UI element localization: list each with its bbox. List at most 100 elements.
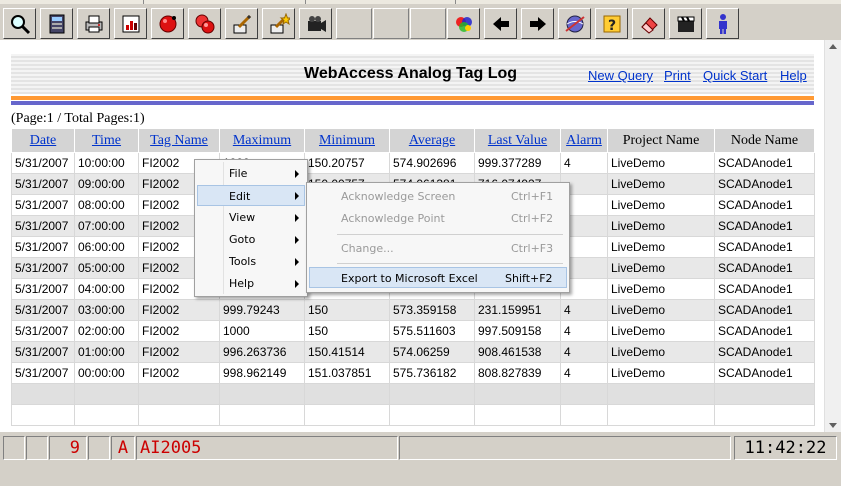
table-row: 5/31/2007 00:00:00 FI2002 998.962149 151.037… <box>11 362 815 384</box>
sort-average-link[interactable]: Average <box>409 133 455 148</box>
cell-tag-name: FI2002 <box>138 362 220 384</box>
table-header-row: Date Time Tag Name Maximum Minimum Avera… <box>11 128 815 153</box>
pencil-edit-icon <box>233 14 251 33</box>
menu-item-help[interactable]: Help <box>197 273 305 294</box>
status-cell <box>3 436 25 460</box>
cell-time: 05:00:00 <box>74 257 139 279</box>
calculator-button[interactable] <box>40 8 73 39</box>
menu-item-edit[interactable]: Edit <box>197 185 305 206</box>
empty-cell <box>304 404 390 426</box>
erase-button[interactable] <box>632 8 665 39</box>
menu-item-goto[interactable]: Goto <box>197 229 305 250</box>
help-link[interactable]: Help <box>780 68 807 83</box>
main-content: WebAccess Analog Tag Log New Query Print… <box>0 40 841 432</box>
sort-tag-name-link[interactable]: Tag Name <box>150 133 208 148</box>
user-button[interactable] <box>706 8 739 39</box>
edit-star-button[interactable] <box>262 8 295 39</box>
sort-minimum-link[interactable]: Minimum <box>319 133 375 148</box>
col-header-time: Time <box>74 128 139 153</box>
internet-button[interactable] <box>558 8 591 39</box>
cell-project-name: LiveDemo <box>607 299 715 321</box>
menu-item-file[interactable]: File <box>197 163 305 184</box>
print-button[interactable] <box>77 8 110 39</box>
cell-last-value: 997.509158 <box>474 320 561 342</box>
table-row: 5/31/200710:00:00FI20021000150.20757574.… <box>11 152 815 174</box>
cell-minimum: 150 <box>304 299 390 321</box>
report-banner: WebAccess Analog Tag Log New Query Print… <box>11 54 814 94</box>
menu-item-label: Acknowledge Point <box>341 212 445 225</box>
empty-cell <box>74 383 139 405</box>
menu-item-view[interactable]: View <box>197 207 305 228</box>
cell-node-name: SCADAnode1 <box>714 257 815 279</box>
menu-separator <box>337 234 563 235</box>
back-button[interactable] <box>484 8 517 39</box>
cell-node-name: SCADAnode1 <box>714 215 815 237</box>
alarm-button[interactable] <box>151 8 184 39</box>
cell-node-name: SCADAnode1 <box>714 362 815 384</box>
empty-cell <box>389 383 475 405</box>
scroll-down-arrow-icon[interactable] <box>829 423 837 428</box>
empty-cell <box>138 404 220 426</box>
vertical-scrollbar[interactable] <box>824 40 841 432</box>
magnifier-button[interactable] <box>3 8 36 39</box>
col-header-project-name: Project Name <box>607 128 715 153</box>
cell-project-name: LiveDemo <box>607 194 715 216</box>
clapperboard-icon <box>677 16 694 32</box>
camera-button[interactable] <box>299 8 332 39</box>
color-button[interactable] <box>447 8 480 39</box>
submenu-arrow-icon <box>295 236 299 244</box>
cell-minimum: 150.20757 <box>304 152 390 174</box>
empty-cell <box>560 404 608 426</box>
menu-item-tools[interactable]: Tools <box>197 251 305 272</box>
status-count: 9 <box>49 436 87 460</box>
col-header-minimum: Minimum <box>304 128 390 153</box>
menu-item-change[interactable]: Change... Ctrl+F3 <box>309 238 567 259</box>
sort-maximum-link[interactable]: Maximum <box>233 133 291 148</box>
submenu-arrow-icon <box>295 280 299 288</box>
cell-last-value: 808.827839 <box>474 362 561 384</box>
empty-cell <box>714 404 815 426</box>
empty-toolbar-slot <box>410 8 446 39</box>
quick-start-link[interactable]: Quick Start <box>703 68 767 83</box>
cell-date: 5/31/2007 <box>11 320 75 342</box>
svg-text:?: ? <box>608 18 616 34</box>
sort-last-value-link[interactable]: Last Value <box>488 133 547 148</box>
edit-button[interactable] <box>225 8 258 39</box>
col-header-tag-name: Tag Name <box>138 128 220 153</box>
scroll-up-arrow-icon[interactable] <box>829 44 837 49</box>
cell-alarm: 4 <box>560 152 608 174</box>
col-header-date: Date <box>11 128 75 153</box>
menu-item-label: Change... <box>341 242 394 255</box>
movie-button[interactable] <box>669 8 702 39</box>
cell-time: 00:00:00 <box>74 362 139 384</box>
toolbar: ? <box>0 4 841 40</box>
report-button[interactable] <box>114 8 147 39</box>
print-link[interactable]: Print <box>664 68 691 83</box>
forward-button[interactable] <box>521 8 554 39</box>
empty-cell <box>607 383 715 405</box>
cell-alarm: 4 <box>560 299 608 321</box>
alarm-summary-button[interactable] <box>188 8 221 39</box>
sort-alarm-link[interactable]: Alarm <box>566 133 602 148</box>
new-query-link[interactable]: New Query <box>588 68 653 83</box>
menu-item-acknowledge-point[interactable]: Acknowledge Point Ctrl+F2 <box>309 208 567 229</box>
arrow-left-icon <box>492 16 509 31</box>
cell-average: 575.511603 <box>389 320 475 342</box>
empty-cell <box>74 404 139 426</box>
menu-separator <box>337 263 563 264</box>
cell-project-name: LiveDemo <box>607 152 715 174</box>
cell-minimum: 151.037851 <box>304 362 390 384</box>
sort-date-link[interactable]: Date <box>30 133 56 148</box>
magnifier-icon <box>10 14 30 34</box>
empty-cell <box>560 383 608 405</box>
cell-node-name: SCADAnode1 <box>714 194 815 216</box>
help-button[interactable]: ? <box>595 8 628 39</box>
menu-item-acknowledge-screen[interactable]: Acknowledge Screen Ctrl+F1 <box>309 186 567 207</box>
menu-item-label: Help <box>229 277 255 290</box>
status-bar: 9 A AI2005 11:42:22 <box>0 432 841 486</box>
empty-cell <box>474 404 561 426</box>
sort-time-link[interactable]: Time <box>92 133 121 148</box>
cell-time: 07:00:00 <box>74 215 139 237</box>
col-header-maximum: Maximum <box>219 128 305 153</box>
menu-item-export-excel[interactable]: Export to Microsoft Excel Shift+F2 <box>309 267 567 288</box>
